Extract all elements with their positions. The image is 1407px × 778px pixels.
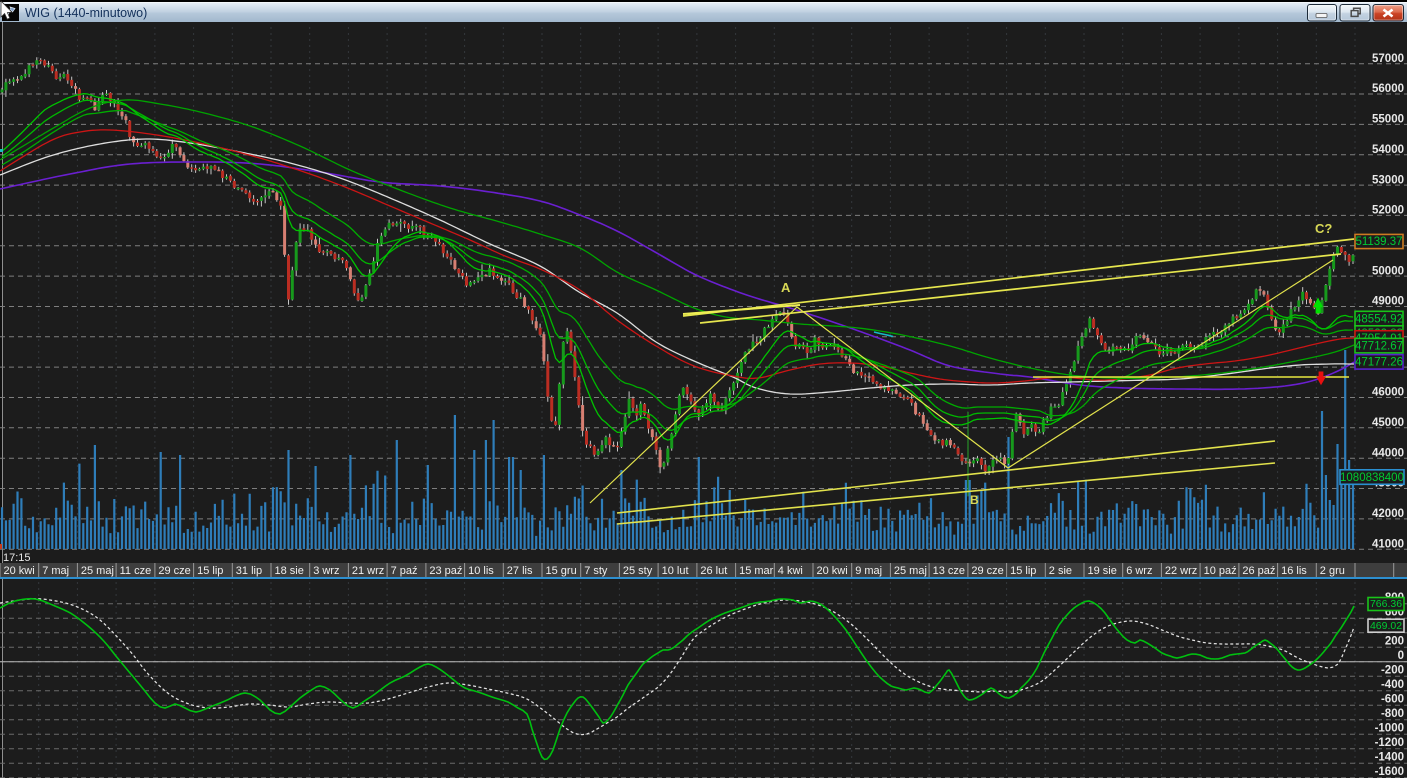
svg-text:-800: -800 — [1381, 708, 1404, 720]
svg-text:16 lis: 16 lis — [1281, 565, 1307, 577]
svg-text:7 paź: 7 paź — [391, 565, 418, 577]
svg-text:48554.92: 48554.92 — [1355, 313, 1403, 325]
svg-text:20 kwi: 20 kwi — [4, 565, 35, 577]
svg-text:45000: 45000 — [1372, 417, 1404, 429]
svg-text:13 cze: 13 cze — [933, 565, 965, 577]
svg-text:WIG (1440-minutowo): WIG (1440-minutowo) — [25, 6, 147, 20]
svg-text:-1200: -1200 — [1375, 737, 1404, 749]
svg-text:23 paź: 23 paź — [429, 565, 462, 577]
svg-text:29 cze: 29 cze — [971, 565, 1003, 577]
svg-text:46000: 46000 — [1372, 387, 1404, 399]
svg-text:15 gru: 15 gru — [546, 565, 577, 577]
svg-text:20 kwi: 20 kwi — [817, 565, 848, 577]
svg-text:25 maj: 25 maj — [894, 565, 927, 577]
svg-text:1080838400: 1080838400 — [1340, 472, 1404, 484]
svg-text:31 lip: 31 lip — [236, 565, 262, 577]
svg-text:51139.37: 51139.37 — [1355, 236, 1402, 248]
svg-text:57000: 57000 — [1372, 53, 1404, 65]
svg-text:10 lis: 10 lis — [468, 565, 494, 577]
svg-text:200: 200 — [1385, 635, 1404, 647]
svg-text:50000: 50000 — [1372, 265, 1404, 277]
svg-text:11 cze: 11 cze — [120, 565, 152, 577]
svg-text:26 lut: 26 lut — [700, 565, 727, 577]
svg-text:2 sie: 2 sie — [1049, 565, 1072, 577]
svg-text:9 maj: 9 maj — [855, 565, 882, 577]
svg-text:766.36: 766.36 — [1370, 598, 1402, 610]
svg-text:25 sty: 25 sty — [623, 565, 653, 577]
svg-text:17:15: 17:15 — [3, 552, 31, 564]
svg-text:469.02: 469.02 — [1370, 620, 1402, 632]
svg-text:-400: -400 — [1381, 679, 1404, 691]
svg-text:47177.26: 47177.26 — [1355, 357, 1403, 369]
svg-text:22 wrz: 22 wrz — [1165, 565, 1197, 577]
svg-text:7 maj: 7 maj — [42, 565, 69, 577]
svg-text:-1400: -1400 — [1375, 751, 1404, 763]
svg-text:44000: 44000 — [1372, 447, 1404, 459]
svg-text:10 lut: 10 lut — [662, 565, 689, 577]
svg-text:6 wrz: 6 wrz — [1126, 565, 1152, 577]
svg-text:53000: 53000 — [1372, 174, 1404, 186]
svg-text:54000: 54000 — [1372, 144, 1404, 156]
svg-text:55000: 55000 — [1372, 114, 1404, 126]
svg-text:15 lip: 15 lip — [197, 565, 223, 577]
svg-text:B: B — [970, 493, 979, 507]
svg-text:15 lip: 15 lip — [1010, 565, 1036, 577]
svg-text:29 cze: 29 cze — [158, 565, 190, 577]
svg-text:15 mar: 15 mar — [739, 565, 774, 577]
svg-text:-200: -200 — [1381, 664, 1404, 676]
svg-text:A: A — [781, 280, 791, 295]
svg-text:0: 0 — [1398, 650, 1404, 662]
svg-text:10 paź: 10 paź — [1204, 565, 1237, 577]
svg-text:41000: 41000 — [1372, 538, 1404, 550]
svg-text:56000: 56000 — [1372, 83, 1404, 95]
svg-text:C?: C? — [1315, 221, 1332, 236]
svg-text:26 paź: 26 paź — [1242, 565, 1275, 577]
svg-text:-1000: -1000 — [1375, 722, 1404, 734]
svg-text:4 kwi: 4 kwi — [778, 565, 803, 577]
svg-text:19 sie: 19 sie — [1088, 565, 1117, 577]
svg-text:25 maj: 25 maj — [81, 565, 114, 577]
svg-text:47712.67: 47712.67 — [1355, 341, 1403, 353]
svg-text:42000: 42000 — [1372, 508, 1404, 520]
svg-text:2 gru: 2 gru — [1320, 565, 1345, 577]
svg-text:52000: 52000 — [1372, 205, 1404, 217]
svg-text:3 wrz: 3 wrz — [313, 565, 339, 577]
svg-text:-600: -600 — [1381, 693, 1404, 705]
svg-text:49000: 49000 — [1372, 296, 1404, 308]
svg-text:-1600: -1600 — [1375, 766, 1404, 778]
svg-text:7 sty: 7 sty — [584, 565, 608, 577]
svg-text:21 wrz: 21 wrz — [352, 565, 384, 577]
svg-text:27 lis: 27 lis — [507, 565, 533, 577]
svg-text:18 sie: 18 sie — [275, 565, 304, 577]
